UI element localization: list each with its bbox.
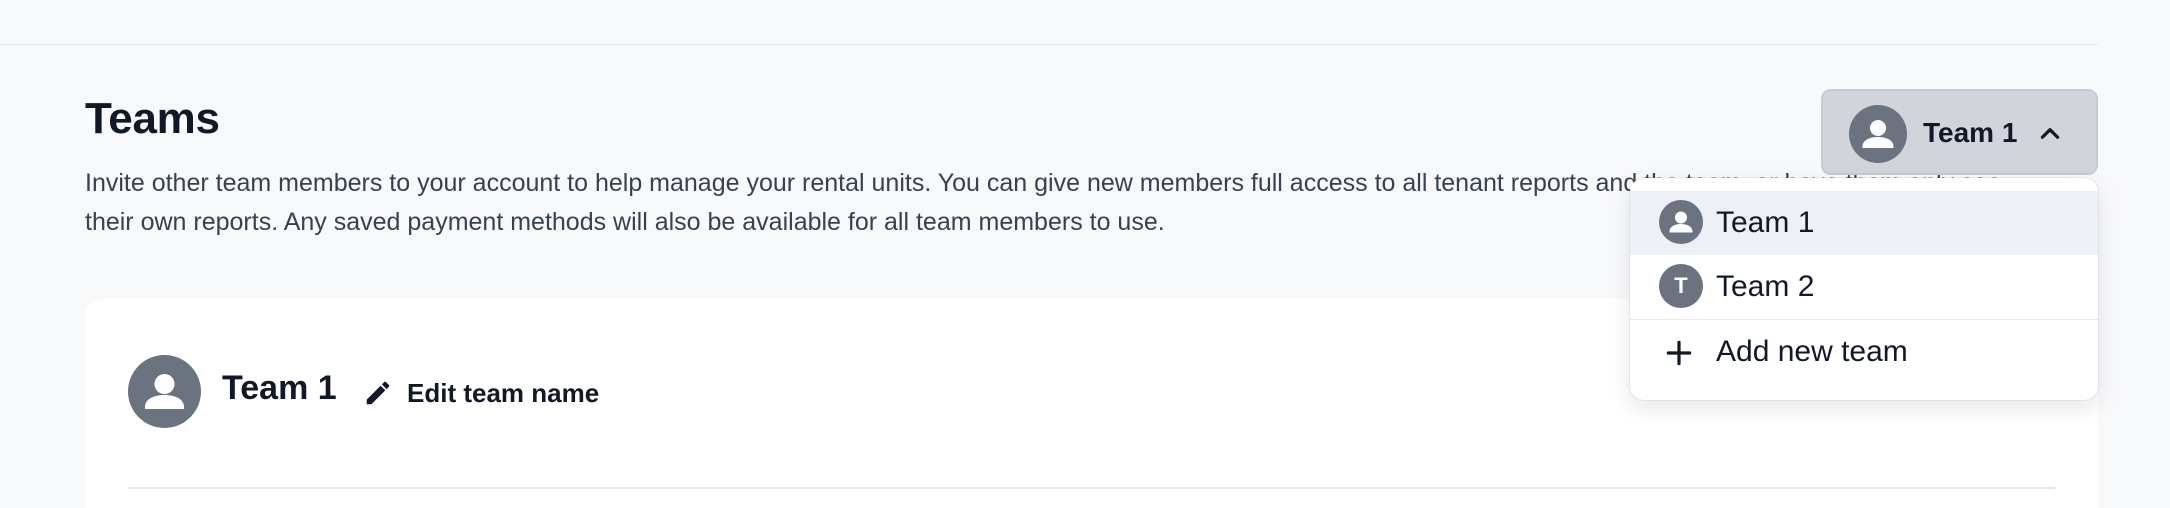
dropdown-item-team-1[interactable]: Team 1 (1630, 191, 2098, 255)
dropdown-item-team-2[interactable]: T Team 2 (1630, 255, 2098, 319)
team-selector-button[interactable]: Team 1 (1821, 89, 2098, 175)
user-icon (128, 355, 201, 428)
chevron-up-icon (2040, 128, 2060, 139)
page-title: Teams (85, 94, 220, 143)
selected-team-label: Team 1 (1923, 117, 2018, 148)
dropdown-item-label: Team 2 (1716, 270, 1815, 303)
add-new-team-button[interactable]: Add new team (1630, 320, 2098, 384)
card-divider (128, 487, 2055, 489)
dropdown-item-label: Team 1 (1716, 206, 1815, 239)
add-new-team-label: Add new team (1716, 335, 1908, 368)
letter-avatar-icon: T (1659, 264, 1703, 308)
team-dropdown-menu: Team 1 T Team 2 Add new team (1630, 178, 2098, 400)
edit-team-name-label: Edit team name (407, 377, 600, 408)
user-icon (1849, 105, 1907, 163)
user-icon (1659, 200, 1703, 244)
edit-team-name-button[interactable]: Edit team name (363, 373, 599, 413)
pencil-icon (366, 381, 390, 405)
team-name: Team 1 (222, 369, 337, 407)
header-divider (0, 44, 2098, 45)
plus-icon (1666, 340, 1692, 366)
